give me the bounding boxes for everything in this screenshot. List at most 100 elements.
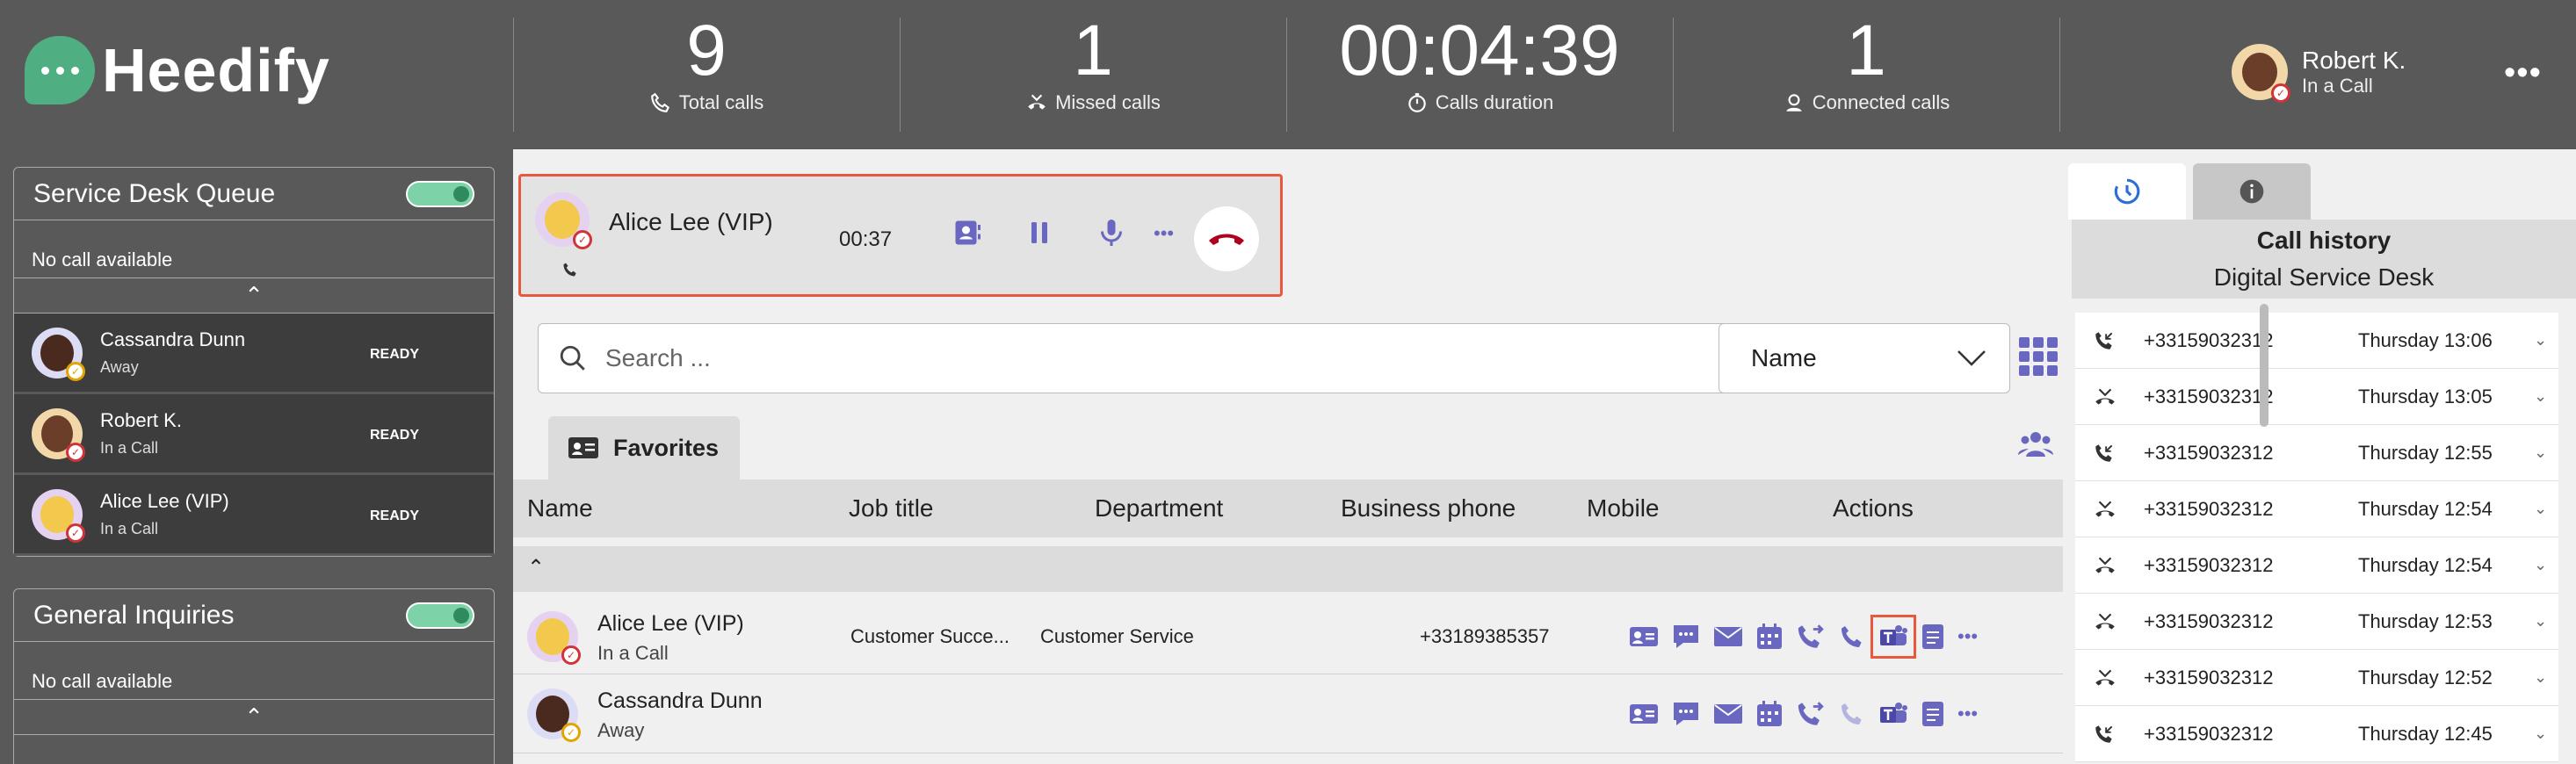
in-call-status-icon: ✓	[561, 645, 581, 665]
queue-toggle[interactable]	[406, 602, 474, 629]
chevron-down-icon[interactable]: ⌄	[2534, 724, 2547, 743]
collapse-chevron-icon[interactable]: ⌃	[14, 700, 494, 735]
chevron-down-icon[interactable]: ⌄	[2534, 443, 2547, 462]
in-call-status-icon: ✓	[66, 442, 85, 462]
table-row[interactable]: ✓ Cassandra Dunn Away •••	[513, 676, 2063, 753]
contact-job-title: Customer Succe...	[850, 625, 1009, 647]
stat-label: Missed calls	[1055, 91, 1161, 113]
history-time: Thursday 12:54	[2358, 497, 2493, 520]
chat-icon[interactable]	[1671, 700, 1701, 728]
queue-sidebar: Service Desk Queue No call available ⌃ ✓…	[0, 149, 513, 764]
contact-card-icon[interactable]	[952, 217, 983, 249]
history-number: +33159032312	[2144, 497, 2274, 520]
search-box[interactable]	[538, 323, 1733, 393]
contact-card-icon[interactable]	[1629, 702, 1659, 726]
agent-row[interactable]: ✓ Robert K. In a Call READY	[14, 394, 494, 475]
microphone-icon[interactable]	[1096, 217, 1127, 249]
history-item[interactable]: +33159032312 Thursday 12:54 ⌄	[2075, 481, 2558, 537]
stat-total-calls: 9 Total calls	[513, 11, 900, 114]
history-time: Thursday 12:55	[2358, 441, 2493, 464]
history-item[interactable]: +33159032312 Thursday 12:45 ⌄	[2075, 706, 2558, 762]
tab-favorites[interactable]: Favorites	[548, 416, 740, 479]
hangup-button[interactable]	[1194, 206, 1259, 271]
teams-call-icon[interactable]	[1870, 615, 1916, 659]
agent-status: In a Call	[100, 439, 159, 457]
caller-name: Alice Lee (VIP)	[609, 208, 773, 235]
hold-pause-icon[interactable]	[1024, 217, 1055, 249]
main-content: ✓ Alice Lee (VIP) 00:37 ••• Name Favorit…	[513, 149, 2063, 764]
search-input[interactable]	[605, 344, 1660, 372]
group-collapse-chevron-icon[interactable]: ⌃	[513, 546, 2063, 592]
stat-calls-duration: 00:04:39 Calls duration	[1286, 11, 1673, 114]
column-header-department[interactable]: Department	[1095, 494, 1223, 523]
agent-row[interactable]: ✓ Alice Lee (VIP) In a Call READY	[14, 475, 494, 556]
hangup-icon	[1209, 234, 1244, 245]
agent-status: Away	[100, 358, 139, 376]
history-item[interactable]: +33159032312 Thursday 12:52 ⌄	[2075, 650, 2558, 706]
history-header: Call history Digital Service Desk	[2072, 220, 2576, 299]
chevron-down-icon[interactable]: ⌄	[2534, 556, 2547, 574]
history-time: Thursday 13:06	[2358, 328, 2493, 351]
email-icon[interactable]	[1713, 703, 1743, 725]
calendar-icon[interactable]	[1755, 623, 1784, 651]
chevron-down-icon[interactable]: ⌄	[2534, 331, 2547, 350]
note-icon[interactable]	[1921, 700, 1945, 728]
history-item[interactable]: +33159032312 Thursday 13:05 ⌄	[2075, 369, 2558, 425]
history-item[interactable]: +33159032312 Thursday 12:55 ⌄	[2075, 425, 2558, 481]
chevron-down-icon[interactable]: ⌄	[2534, 668, 2547, 687]
current-user[interactable]: ✓ Robert K. In a Call	[2232, 44, 2406, 103]
in-call-status-icon: ✓	[2271, 83, 2290, 103]
history-item[interactable]: +33159032312 Thursday 12:53 ⌄	[2075, 594, 2558, 650]
missed-call-icon	[2093, 498, 2121, 521]
agent-row[interactable]: ✓ Cassandra Dunn Away READY	[14, 314, 494, 394]
column-header-business-phone[interactable]: Business phone	[1341, 494, 1516, 523]
avatar: ✓	[527, 688, 581, 742]
history-number: +33159032312	[2144, 666, 2274, 688]
column-header-job-title[interactable]: Job title	[849, 494, 934, 523]
incoming-call-icon	[2093, 329, 2121, 352]
chevron-down-icon[interactable]: ⌄	[2534, 612, 2547, 631]
history-item[interactable]: +33159032312 Thursday 12:54 ⌄	[2075, 537, 2558, 594]
queue-empty-text: No call available	[14, 220, 494, 278]
history-title: Call history	[2256, 227, 2391, 254]
column-header-name[interactable]: Name	[527, 494, 593, 523]
contact-card-icon[interactable]	[1629, 624, 1659, 649]
in-call-status-icon: ✓	[66, 523, 85, 543]
agent-status: In a Call	[100, 520, 159, 537]
history-item[interactable]: +33159032312 Thursday 13:06 ⌄	[2075, 313, 2558, 369]
table-row[interactable]: ✓ Alice Lee (VIP) In a Call Customer Succ…	[513, 597, 2063, 674]
note-icon[interactable]	[1921, 623, 1945, 651]
call-transfer-icon[interactable]	[1796, 699, 1826, 729]
more-options-icon[interactable]: •••	[2504, 54, 2542, 92]
tab-info[interactable]	[2193, 163, 2311, 220]
column-header-actions: Actions	[1833, 494, 1914, 522]
contact-business-phone[interactable]: +33189385357	[1420, 625, 1549, 648]
contact-name: Alice Lee (VIP)	[597, 611, 744, 636]
away-status-icon: ✓	[66, 361, 85, 381]
history-time: Thursday 13:05	[2358, 385, 2493, 407]
dialpad-grid-icon[interactable]	[2019, 337, 2058, 376]
add-group-icon[interactable]	[2017, 429, 2054, 460]
queue-title: Service Desk Queue	[33, 178, 276, 208]
more-options-icon[interactable]: •••	[1957, 703, 1978, 725]
calendar-icon[interactable]	[1755, 700, 1784, 728]
avatar: ✓	[2232, 44, 2290, 103]
stat-label: Connected calls	[1812, 91, 1950, 113]
more-options-icon[interactable]: •••	[1957, 625, 1978, 648]
tab-history[interactable]	[2068, 163, 2186, 220]
queue-toggle[interactable]	[406, 180, 474, 207]
chat-icon[interactable]	[1671, 623, 1701, 651]
column-header-mobile[interactable]: Mobile	[1587, 494, 1659, 523]
phone-call-icon[interactable]	[1838, 623, 1866, 651]
chevron-down-icon[interactable]: ⌄	[2534, 500, 2547, 518]
collapse-chevron-icon[interactable]: ⌃	[14, 278, 494, 314]
history-time: Thursday 12:52	[2358, 666, 2493, 688]
scrollbar[interactable]	[2260, 304, 2268, 427]
teams-call-icon[interactable]	[1878, 700, 1908, 728]
more-options-icon[interactable]: •••	[1154, 222, 1174, 245]
in-call-status-icon: ✓	[573, 230, 592, 249]
email-icon[interactable]	[1713, 625, 1743, 648]
sort-select[interactable]: Name	[1719, 323, 2010, 393]
chevron-down-icon[interactable]: ⌄	[2534, 387, 2547, 406]
call-transfer-icon[interactable]	[1796, 622, 1826, 652]
